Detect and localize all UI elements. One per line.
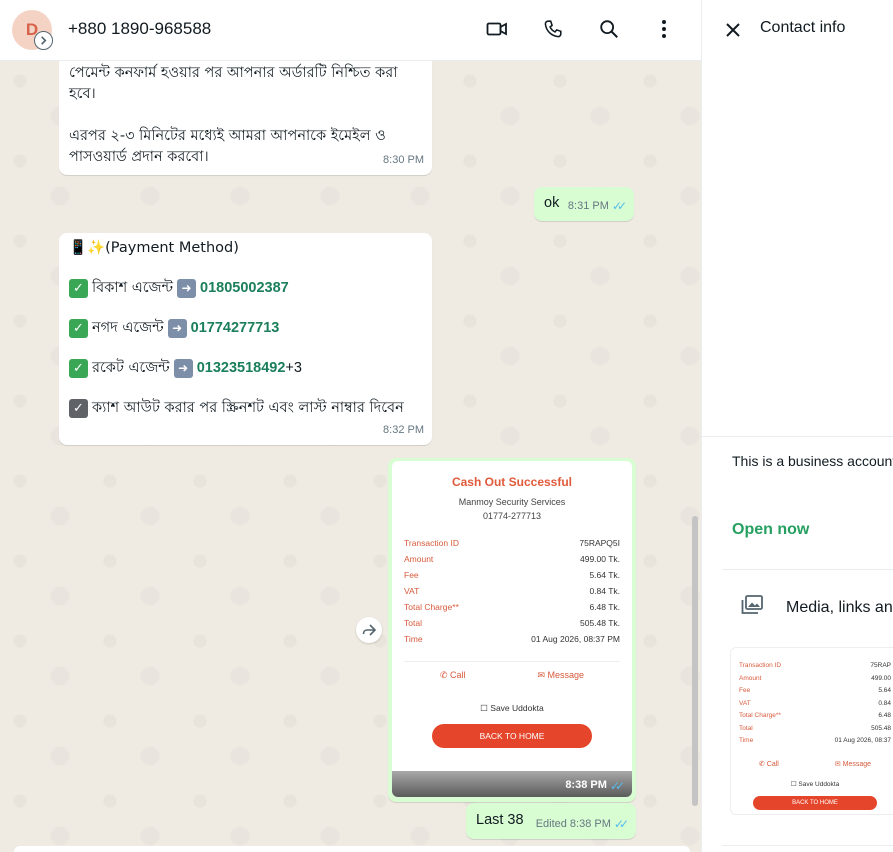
open-now-status[interactable]: Open now [732,521,809,539]
payment-line: ✓ বিকাশ এজেন্ট ➜ 01805002387 [69,278,422,299]
envelope-icon: ✉ [537,670,548,680]
message-composer[interactable] [14,846,690,852]
divider [722,569,893,570]
receipt-row: Total Charge** 6.48 Tk. [404,602,620,612]
phone-number-link[interactable]: 01774277713 [191,318,280,339]
phone-icon: ✆ [439,670,450,680]
payment-note: ✓ ক্যাশ আউট করার পর স্ক্রিনশট এবং লাস্ট … [69,398,422,419]
video-call-icon[interactable] [485,17,509,41]
voice-call-icon[interactable] [541,17,565,41]
media-gallery-icon [740,594,764,621]
check-icon: ✓ [69,399,88,418]
receipt-row: Time 01 Aug 2026, 08:37 PM [404,634,620,644]
chat-header: D +880 1890-968588 [0,0,701,61]
receipt-row: Total 505.48 Tk. [404,618,620,628]
payment-title: 📱✨(Payment Method) [69,240,239,256]
payment-line: ✓ নগদ এজেন্ট ➜ 01774277713 [69,318,422,339]
divider [722,845,893,846]
message-time: Edited 8:38 PM ✓✓ [536,814,629,835]
receipt-message: ✉ Message [537,670,585,680]
check-icon: ✓ [69,319,88,338]
receipt-row: Fee 5.64 Tk. [404,570,620,580]
receipt-row: Amount 499.00 Tk. [404,554,620,564]
status-ring-icon [34,31,53,50]
close-icon[interactable] [721,18,745,42]
message-outgoing[interactable]: ok 8:31 PM ✓✓ [534,187,634,221]
check-icon: ✓ [69,359,88,378]
arrow-right-icon: ➜ [177,279,196,298]
receipt-company: Manmoy Security Services [458,497,566,507]
arrow-right-icon: ➜ [173,359,193,378]
message-time: 8:30 PM [383,154,424,166]
thumb-save: ☐ Save Uddokta [790,780,840,788]
panel-title: Contact info [760,19,846,36]
chat-scrollbar[interactable] [692,516,698,806]
receipt-phone: 01774-277713 [482,511,542,521]
phone-number-link[interactable]: 01805002387 [200,278,289,299]
contact-name[interactable]: +880 1890-968588 [68,19,211,39]
search-icon[interactable] [597,17,621,41]
business-account-text: This is a business account [732,453,893,469]
read-ticks-icon: ✓✓ [611,199,627,213]
receipt-actions: ✆ Call ✉ Message [404,661,620,681]
media-links-docs[interactable]: Media, links and docs [740,594,893,621]
check-icon: ✓ [69,279,88,298]
checkbox-icon: ☐ [480,703,491,713]
phone-number-link[interactable]: 01323518492 [197,360,286,376]
thumb-message: ✉ Message [834,760,872,768]
read-ticks-icon: ✓✓ [613,817,629,831]
arrow-right-icon: ➜ [167,319,187,338]
receipt-title: Cash Out Successful [451,475,573,489]
thumb-partial-text: 01774-27771 [797,647,833,650]
message-text: পেমেন্ট কনফার্ম হওয়ার পর আপনার অর্ডারটি… [69,65,398,165]
thumb-button: BACK TO HOME [753,795,877,810]
divider [702,436,893,437]
payment-line: ✓ রকেট এজেন্ট ➜ 01323518492+3 [69,358,422,379]
message-incoming[interactable]: পেমেন্ট কনফার্ম হওয়ার পর আপনার অর্ডারটি… [59,61,432,175]
chat-area[interactable]: পেমেন্ট কনফার্ম হওয়ার পর আপনার অর্ডারটি… [0,61,701,852]
receipt-image[interactable]: Cash Out Successful Manmoy Security Serv… [392,461,632,797]
message-time: 8:31 PM ✓✓ [568,196,627,217]
menu-icon[interactable] [652,17,676,41]
read-ticks-icon: ✓✓ [609,779,625,793]
media-thumbnail[interactable]: 01774-27771 Transaction ID 75RAP Amount 49… [730,647,893,815]
message-time: 8:38 PM ✓✓ [565,779,625,793]
media-label: Media, links and docs [786,598,893,616]
message-incoming[interactable]: 📱✨(Payment Method) ✓ বিকাশ এজেন্ট ➜ 0180… [59,233,432,445]
forward-icon[interactable] [356,617,382,643]
receipt-call: ✆ Call [439,670,466,680]
contact-info-panel: Contact info This is a business account … [701,0,893,852]
receipt-row: Transaction ID 75RAPQ5I [404,538,620,548]
message-time: 8:32 PM [383,424,424,436]
message-outgoing[interactable]: Last 38 Edited 8:38 PM ✓✓ [466,803,636,839]
receipt-button: BACK TO HOME [432,724,592,748]
receipt-save: ☐ Save Uddokta [480,703,544,713]
receipt-row: VAT 0.84 Tk. [404,586,620,596]
thumb-call: ✆ Call [758,760,779,768]
receipt-rows: Transaction ID 75RAPQ5I Amount 499.00 Tk. … [404,535,620,647]
